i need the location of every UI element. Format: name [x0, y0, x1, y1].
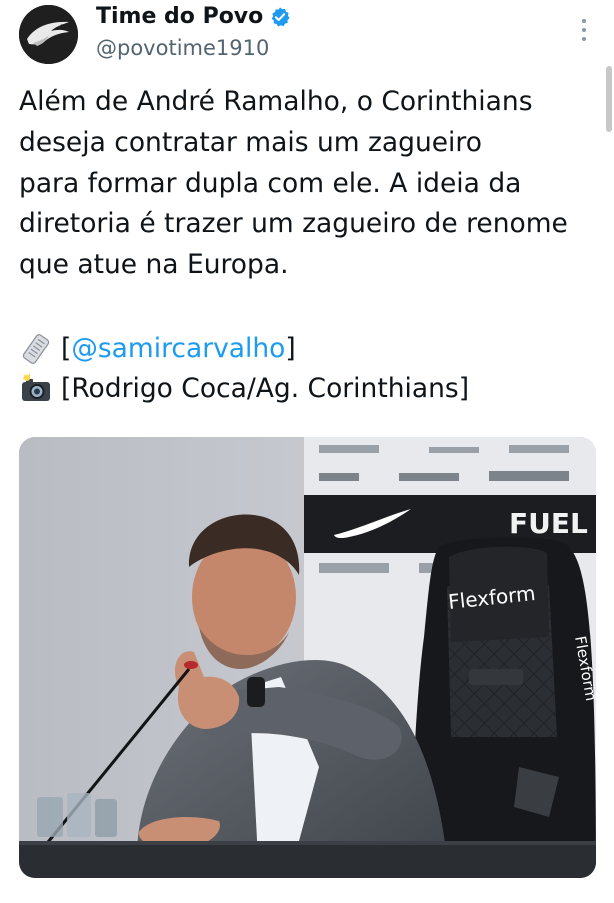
- eagle-logo-icon: [19, 5, 78, 64]
- tweet-text-line: diretoria é trazer um zagueiro de renome: [19, 208, 568, 240]
- author-avatar[interactable]: [19, 5, 78, 64]
- author-name-row: Time do Povo: [96, 4, 291, 29]
- scrollbar-thumb[interactable]: [606, 66, 612, 132]
- tweet-text-line: Além de André Ramalho, o Corinthians: [19, 86, 533, 117]
- photo-credit-text: [Rodrigo Coca/Ag. Corinthians]: [61, 373, 470, 404]
- verified-badge-icon: [271, 6, 290, 26]
- tweet-text: Além de André Ramalho, o Corinthians des…: [19, 82, 604, 286]
- press-conference-photo: FUEL Flexform Flexform: [19, 437, 596, 878]
- tweet-text-line: para formar dupla com ele. A ideia da: [19, 167, 522, 199]
- source-bracket-close: ]: [285, 333, 296, 364]
- tweet-text-line: deseja contratar mais um zagueiro: [19, 126, 482, 158]
- camera-flash-emoji-icon: [22, 373, 50, 401]
- tweet-text-line: que atue na Europa.: [19, 249, 289, 281]
- source-bracket-open: [: [61, 333, 72, 364]
- newspaper-emoji-icon: [22, 334, 50, 364]
- more-options-icon[interactable]: [574, 16, 594, 44]
- photo-credit: [Rodrigo Coca/Ag. Corinthians]: [19, 369, 469, 409]
- backdrop-sponsor-text: FUEL: [509, 507, 588, 540]
- tweet-photo[interactable]: FUEL Flexform Flexform: [19, 437, 596, 878]
- author-display-name[interactable]: Time do Povo: [96, 4, 263, 29]
- source-mention-link[interactable]: @samircarvalho: [71, 333, 285, 364]
- source-credit: [@samircarvalho]: [19, 329, 296, 369]
- author-handle[interactable]: @povotime1910: [96, 36, 269, 60]
